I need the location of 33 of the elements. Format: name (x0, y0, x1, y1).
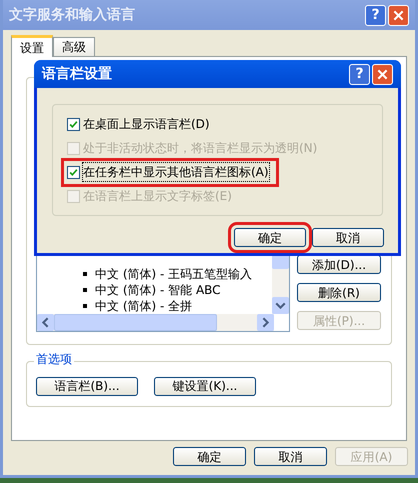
help-button[interactable]: ? (365, 4, 386, 26)
dialog-title: 语言栏设置 (42, 64, 113, 84)
button[interactable]: 取消 (254, 447, 327, 466)
checkbox[interactable] (67, 118, 80, 130)
close-button[interactable] (388, 4, 409, 26)
button[interactable]: 添加(D)... (297, 255, 381, 274)
list-item[interactable]: 中文 (简体) - 全拼 (95, 300, 192, 312)
scroll-thumb[interactable] (54, 314, 217, 331)
checkbox-label[interactable]: 在桌面上显示语言栏(D) (83, 115, 210, 133)
bullet-icon (83, 272, 87, 276)
list-item[interactable]: 中文 (简体) - 王码五笔型输入 (95, 268, 252, 280)
tab[interactable]: 高级 (53, 37, 95, 56)
window-title: 文字服务和输入语言 (9, 6, 136, 24)
bullet-icon (83, 304, 87, 308)
vertical-scrollbar[interactable] (272, 255, 289, 314)
close-button[interactable] (372, 64, 393, 84)
button[interactable]: 键设置(K)... (154, 376, 256, 396)
bullet-icon (83, 288, 87, 292)
close-icon[interactable] (393, 10, 404, 20)
button[interactable]: 删除(R) (297, 283, 381, 302)
list-item[interactable]: 中文 (简体) - 智能 ABC (95, 284, 221, 296)
help-button[interactable]: ? (349, 64, 370, 84)
check-icon (69, 168, 78, 176)
cancel-button[interactable]: 取消 (312, 228, 384, 247)
close-icon[interactable] (377, 68, 388, 80)
group-title: 首选项 (34, 353, 74, 365)
button[interactable]: 语言栏(B)... (36, 376, 138, 396)
horizontal-scrollbar[interactable] (37, 314, 274, 331)
checkbox[interactable] (67, 166, 80, 178)
checkbox-label[interactable]: 在任务栏中显示其他语言栏图标(A) (83, 163, 269, 181)
tab[interactable]: 设置 (11, 35, 53, 57)
button[interactable]: 确定 (173, 447, 246, 466)
check-icon (69, 120, 78, 128)
